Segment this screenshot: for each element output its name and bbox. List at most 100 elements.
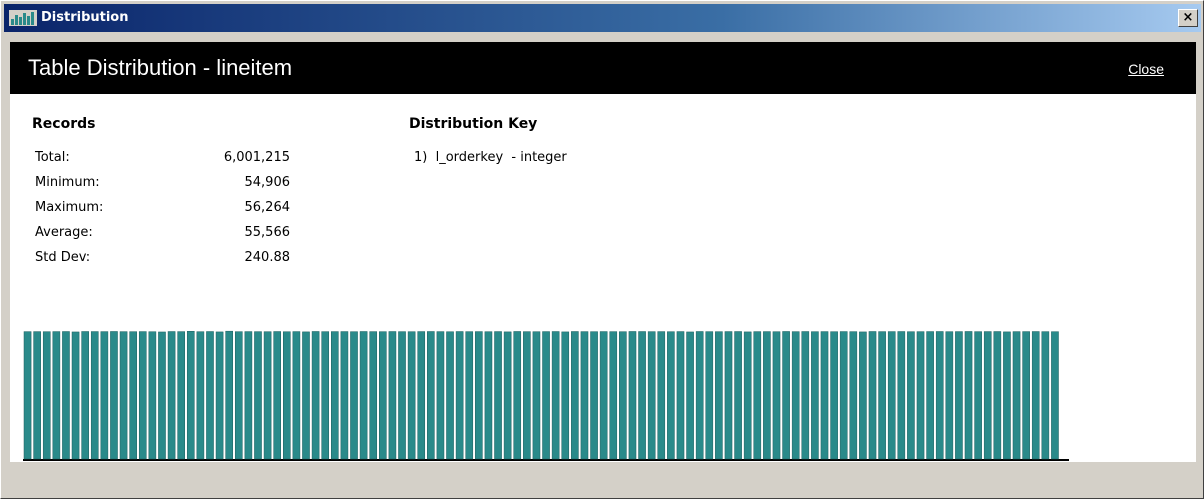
distribution-bar <box>1003 331 1011 460</box>
distribution-bar <box>359 331 368 460</box>
distribution-bar <box>398 331 406 460</box>
distribution-bar <box>753 331 762 460</box>
distribution-bar-chart <box>23 330 1069 461</box>
distribution-bar <box>138 331 147 460</box>
distribution-bar <box>206 331 214 460</box>
distribution-bar <box>321 331 330 460</box>
distribution-bar <box>935 331 944 460</box>
distribution-bar <box>379 331 387 460</box>
distribution-bar <box>311 331 320 460</box>
distribution-bar <box>369 331 378 460</box>
distribution-bar <box>186 331 195 460</box>
distribution-bar <box>254 331 262 460</box>
distribution-bar <box>177 331 185 460</box>
distribution-bar <box>945 331 954 460</box>
bars-group <box>23 330 1059 460</box>
distribution-bar <box>993 331 1002 460</box>
window-title: Distribution <box>41 10 129 25</box>
distribution-bar <box>503 331 512 460</box>
distribution-bar <box>417 331 426 460</box>
distribution-bar <box>129 331 137 460</box>
bar-chart-icon <box>9 10 37 26</box>
distribution-bar <box>52 331 61 460</box>
distribution-bar <box>119 331 128 460</box>
distribution-bar <box>494 331 502 460</box>
distribution-bar <box>465 331 474 460</box>
distribution-bar <box>743 331 752 460</box>
distribution-bar <box>523 331 531 460</box>
window-close-button[interactable]: × <box>1178 9 1198 27</box>
distribution-bar <box>955 331 963 460</box>
distribution-bar <box>215 331 224 460</box>
distribution-bar <box>801 331 810 460</box>
distribution-bar <box>772 331 781 460</box>
distribution-bar <box>839 331 848 460</box>
distribution-bar <box>657 331 666 460</box>
distribution-bar <box>33 331 41 460</box>
distribution-bar <box>849 331 858 460</box>
distribution-bar <box>283 331 291 460</box>
distribution-bar <box>782 331 790 460</box>
distribution-bar <box>532 331 541 460</box>
distribution-bar <box>715 331 723 460</box>
distribution-bar <box>695 331 704 460</box>
distribution-bar <box>42 331 51 460</box>
distribution-bar <box>916 331 925 460</box>
distribution-bar <box>542 331 550 460</box>
distribution-bar <box>571 331 579 460</box>
distribution-bar <box>561 331 570 460</box>
distribution-bar <box>110 331 118 460</box>
page-title: Table Distribution - lineitem <box>28 55 293 80</box>
close-icon: × <box>1182 10 1194 25</box>
distribution-bar <box>811 331 819 460</box>
distribution-bar <box>475 331 483 460</box>
distribution-bar <box>273 331 281 460</box>
distribution-bar <box>907 331 915 460</box>
content-panel: Records Total: 6,001,215 Minimum: 54,906… <box>10 94 1196 462</box>
distribution-bar <box>667 331 675 460</box>
distribution-bar <box>705 331 714 460</box>
distribution-bar <box>763 331 771 460</box>
distribution-bar <box>62 331 70 460</box>
distribution-bar <box>81 331 89 460</box>
distribution-bar <box>23 331 32 460</box>
distribution-bar <box>234 331 243 460</box>
distribution-bar <box>436 331 445 460</box>
distribution-bar <box>686 331 694 460</box>
distribution-bar <box>427 331 435 460</box>
distribution-bar <box>90 331 99 460</box>
distribution-bar <box>926 331 934 460</box>
distribution-bar <box>244 331 253 460</box>
distribution-bar <box>292 331 301 460</box>
distribution-bar <box>513 331 522 460</box>
distribution-bar <box>331 331 339 460</box>
distribution-bar <box>647 331 656 460</box>
window-titlebar[interactable]: Distribution × <box>4 4 1201 32</box>
distribution-bar <box>263 331 272 460</box>
distribution-bar <box>302 331 310 460</box>
distribution-bar <box>619 331 627 460</box>
distribution-bar <box>167 331 176 460</box>
distribution-bar <box>580 331 589 460</box>
distribution-bar <box>455 331 464 460</box>
distribution-bar <box>1022 331 1030 460</box>
distribution-window: Distribution × Table Distribution - line… <box>0 0 1204 499</box>
distribution-bar <box>1041 331 1050 460</box>
distribution-bar <box>551 331 560 460</box>
distribution-bar <box>974 331 982 460</box>
distribution-bar <box>859 331 867 460</box>
page-header: Table Distribution - lineitem Close <box>10 42 1196 94</box>
close-link[interactable]: Close <box>1128 60 1164 78</box>
distribution-bar <box>446 331 454 460</box>
distribution-bar <box>407 331 416 460</box>
distribution-bar <box>148 331 157 460</box>
distribution-bar <box>609 331 618 460</box>
distribution-bar <box>887 331 896 460</box>
distribution-bar <box>830 331 838 460</box>
distribution-bar <box>590 331 598 460</box>
distribution-bar <box>964 331 973 460</box>
distribution-bar <box>628 331 637 460</box>
distribution-bar <box>100 331 109 460</box>
distribution-bar <box>599 331 608 460</box>
distribution-bar <box>791 331 800 460</box>
